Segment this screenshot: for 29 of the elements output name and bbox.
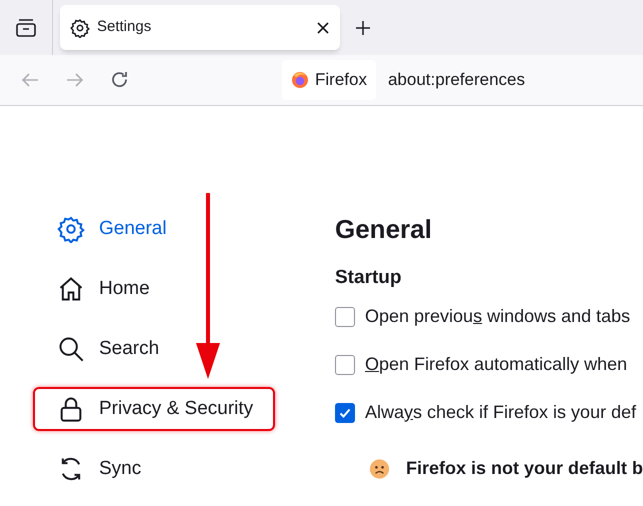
tab-title: Settings (97, 17, 152, 38)
checkbox[interactable] (335, 306, 355, 326)
section-heading: Startup (335, 266, 402, 290)
gear-icon (57, 215, 85, 243)
close-icon[interactable] (316, 20, 330, 34)
sidebar-item[interactable]: Sync (33, 447, 275, 491)
browser-logo-icon (291, 71, 309, 89)
new-tab-icon[interactable] (355, 20, 371, 36)
gear-icon (70, 18, 90, 38)
option-label: Open previous windows and tabs (365, 305, 630, 328)
url-text[interactable]: about:preferences (388, 67, 526, 93)
notice-text: Firefox is not your default b (406, 457, 643, 480)
sidebar-item[interactable]: General (33, 207, 275, 251)
reload-icon[interactable] (110, 70, 130, 90)
sidebar-item[interactable]: Search (33, 327, 275, 371)
identity-box[interactable]: Firefox (282, 60, 376, 100)
identity-label: Firefox (315, 69, 367, 92)
home-icon (57, 275, 85, 303)
sad-face-icon (369, 456, 390, 480)
search-icon (57, 335, 85, 363)
option-label: Open Firefox automatically when (365, 353, 628, 376)
checkbox[interactable] (335, 402, 355, 422)
sidebar-item[interactable]: Home (33, 267, 275, 311)
tab-list-icon[interactable] (15, 18, 37, 38)
checkbox[interactable] (335, 354, 355, 374)
page-heading: General (335, 213, 433, 246)
option-label: Always check if Firefox is your def (365, 401, 636, 424)
sidebar-item[interactable]: Privacy & Security (33, 387, 275, 431)
settings-tab[interactable]: Settings (60, 5, 340, 50)
